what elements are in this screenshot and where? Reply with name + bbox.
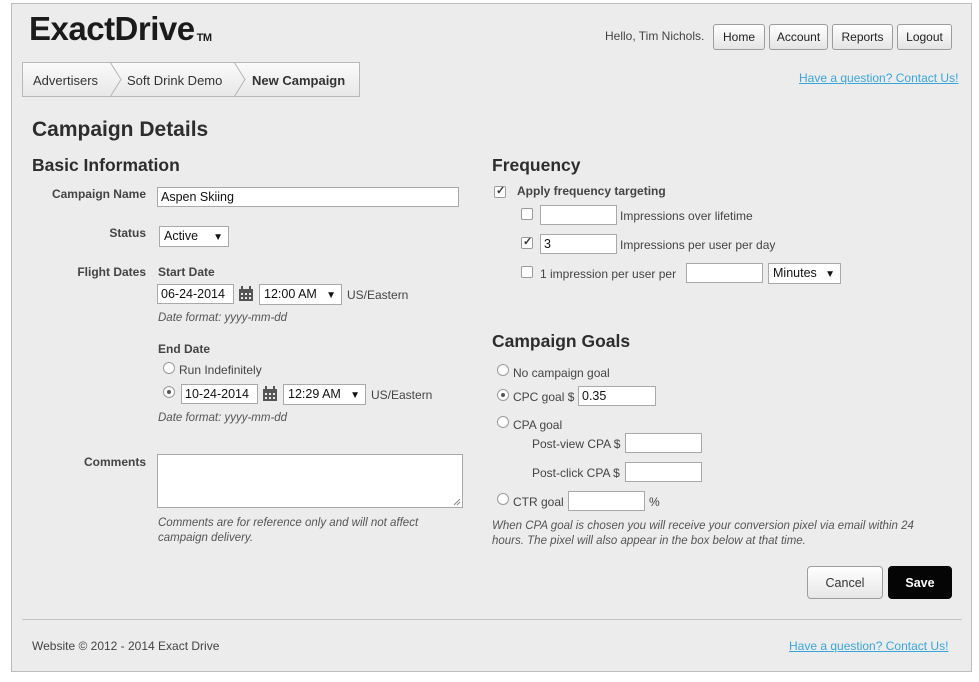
- resize-handle-icon[interactable]: [453, 498, 461, 506]
- dropdown-arrow-icon: ▼: [825, 269, 835, 280]
- ctr-goal-radio[interactable]: [497, 493, 509, 505]
- dropdown-arrow-icon: ▼: [326, 290, 336, 301]
- breadcrumb: Advertisers Soft Drink Demo New Campaign: [22, 62, 360, 97]
- status-label: Status: [109, 226, 146, 240]
- breadcrumb-separator-icon: [109, 62, 122, 97]
- start-time-select[interactable]: 12:00 AM ▼: [259, 284, 342, 305]
- comments-textarea[interactable]: [157, 454, 463, 508]
- breadcrumb-soft-drink-demo[interactable]: Soft Drink Demo: [127, 73, 222, 88]
- status-select[interactable]: Active ▼: [159, 226, 229, 247]
- breadcrumb-advertisers[interactable]: Advertisers: [33, 73, 98, 88]
- calendar-icon[interactable]: [262, 386, 278, 402]
- user-greeting: Hello, Tim Nichols.: [605, 29, 705, 43]
- campaign-goals-heading: Campaign Goals: [492, 331, 631, 351]
- post-view-cpa-label: Post-view CPA $: [532, 437, 621, 451]
- cpc-goal-radio[interactable]: [497, 389, 509, 401]
- footer-divider: [22, 619, 962, 620]
- logout-button[interactable]: Logout: [897, 24, 952, 50]
- cpc-goal-input[interactable]: 0.35: [578, 386, 656, 406]
- start-date-input[interactable]: 06-24-2014: [157, 284, 234, 304]
- page-title: Campaign Details: [32, 118, 209, 141]
- start-date-label: Start Date: [158, 265, 215, 279]
- end-date-format-hint: Date format: yyyy-mm-dd: [158, 412, 288, 424]
- end-time-select[interactable]: 12:29 AM ▼: [283, 384, 366, 405]
- cpa-goal-radio[interactable]: [497, 416, 509, 428]
- per-user-input[interactable]: [686, 263, 763, 283]
- campaign-name-label: Campaign Name: [51, 187, 146, 201]
- apply-frequency-label: Apply frequency targeting: [517, 184, 666, 198]
- calendar-icon[interactable]: [238, 286, 254, 302]
- dropdown-arrow-icon: ▼: [213, 232, 223, 243]
- app-frame: ExactDrive TM Hello, Tim Nichols. Home Ac…: [11, 3, 972, 672]
- logo: ExactDrive TM: [29, 10, 212, 47]
- no-goal-label: No campaign goal: [513, 366, 610, 380]
- per-user-unit-select[interactable]: Minutes ▼: [768, 263, 841, 284]
- cpa-goal-label: CPA goal: [513, 418, 563, 432]
- campaign-name-input[interactable]: Aspen Skiing: [157, 187, 459, 207]
- basic-information-heading: Basic Information: [32, 155, 180, 175]
- per-day-label: Impressions per user per day: [620, 238, 776, 252]
- flight-dates-label: Flight Dates: [77, 265, 146, 279]
- start-date-format-hint: Date format: yyyy-mm-dd: [158, 312, 288, 324]
- dropdown-arrow-icon: ▼: [350, 390, 360, 401]
- run-indefinitely-radio[interactable]: [163, 362, 175, 374]
- post-click-cpa-input[interactable]: [625, 462, 702, 482]
- post-click-cpa-label: Post-click CPA $: [532, 466, 620, 480]
- per-day-input[interactable]: 3: [540, 234, 617, 254]
- comments-label: Comments: [83, 455, 146, 469]
- ctr-goal-label: CTR goal: [513, 495, 564, 509]
- cpa-note: When CPA goal is chosen you will receive…: [492, 520, 914, 547]
- footer-copyright: Website © 2012 - 2014 Exact Drive: [32, 639, 220, 653]
- lifetime-checkbox[interactable]: [521, 208, 533, 220]
- start-timezone: US/Eastern: [347, 288, 409, 302]
- breadcrumb-new-campaign: New Campaign: [252, 73, 346, 88]
- end-date-label: End Date: [158, 342, 211, 356]
- end-date-radio[interactable]: [163, 386, 175, 398]
- ctr-goal-input[interactable]: [568, 491, 645, 511]
- save-button[interactable]: Save: [888, 566, 952, 599]
- footer-help-link[interactable]: Have a question? Contact Us!: [789, 639, 948, 653]
- frequency-heading: Frequency: [492, 155, 581, 175]
- per-day-checkbox[interactable]: [521, 235, 533, 249]
- end-date-input[interactable]: 10-24-2014: [181, 384, 258, 404]
- end-timezone: US/Eastern: [371, 388, 433, 402]
- run-indefinitely-label: Run Indefinitely: [179, 363, 262, 377]
- account-button[interactable]: Account: [769, 24, 828, 50]
- per-user-checkbox[interactable]: [521, 266, 533, 278]
- apply-frequency-checkbox[interactable]: [494, 184, 506, 198]
- reports-button[interactable]: Reports: [832, 24, 893, 50]
- per-user-label: 1 impression per user per: [540, 267, 677, 281]
- home-button[interactable]: Home: [713, 24, 765, 50]
- no-goal-radio[interactable]: [497, 364, 509, 376]
- ctr-percent-label: %: [649, 495, 660, 509]
- lifetime-label: Impressions over lifetime: [620, 209, 753, 223]
- comments-hint: Comments are for reference only and will…: [158, 517, 419, 544]
- help-link[interactable]: Have a question? Contact Us!: [799, 71, 958, 85]
- breadcrumb-separator-icon: [233, 62, 246, 97]
- cpc-goal-label: CPC goal $: [513, 390, 575, 404]
- post-view-cpa-input[interactable]: [625, 433, 702, 453]
- cancel-button[interactable]: Cancel: [807, 566, 883, 599]
- lifetime-input[interactable]: [540, 205, 617, 225]
